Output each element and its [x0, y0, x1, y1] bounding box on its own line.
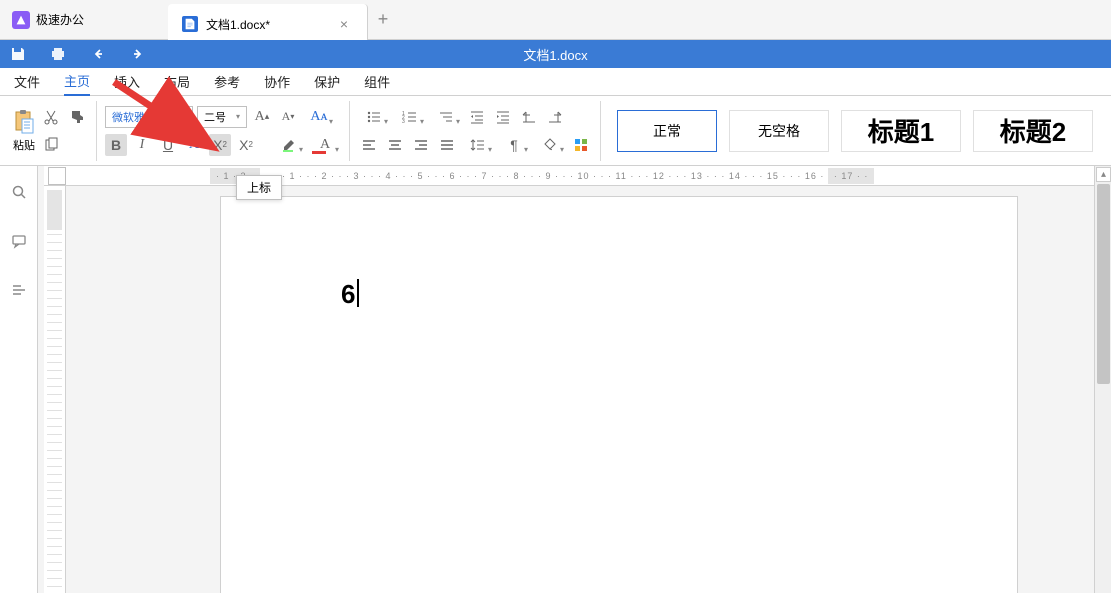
editor-viewport: · 1 · 2 · · · · 1 · · · 2 · · · 3 · · · …: [38, 166, 1111, 593]
window-title: 文档1.docx: [523, 45, 587, 64]
v-ruler[interactable]: [44, 186, 66, 593]
tab-protect[interactable]: 保护: [314, 68, 340, 95]
app-name-label: 极速办公: [36, 11, 84, 28]
outdent-button[interactable]: [466, 106, 488, 128]
shrink-font-button[interactable]: A▾: [277, 106, 299, 128]
style-heading1[interactable]: 标题1: [841, 110, 961, 152]
paragraph-mark-button[interactable]: ¶▾: [498, 134, 530, 156]
clipboard-group: 粘贴: [4, 101, 97, 161]
tab-home[interactable]: 主页: [64, 67, 90, 96]
ruler-scale: · 1 · 2 · · · · 1 · · · 2 · · · 3 · · · …: [70, 166, 1111, 185]
numbering-button[interactable]: 123▾: [394, 106, 426, 128]
indent-button[interactable]: [492, 106, 514, 128]
doc-body-text[interactable]: 6: [341, 279, 355, 310]
align-left-button[interactable]: [358, 134, 380, 156]
cut-button[interactable]: [40, 106, 62, 128]
highlight-button[interactable]: ▾: [273, 134, 305, 156]
paste-button[interactable]: 粘贴: [12, 109, 36, 153]
tab-document[interactable]: 文档1.docx* ×: [168, 4, 368, 44]
style-no-spacing[interactable]: 无空格: [729, 110, 829, 152]
tab-add[interactable]: +: [368, 0, 398, 39]
page-1[interactable]: 6: [220, 196, 1018, 593]
page-canvas[interactable]: 6: [72, 186, 1111, 593]
search-icon[interactable]: [11, 184, 27, 205]
underline-button[interactable]: U: [157, 134, 179, 156]
increase-indent2-button[interactable]: [518, 106, 540, 128]
change-case-button[interactable]: Aᴀ▾: [303, 106, 335, 128]
tab-selector[interactable]: [48, 167, 66, 185]
svg-text:3: 3: [402, 119, 405, 125]
font-group: 微软雅黑▾ 二号▾ A▴ A▾ Aᴀ▾ B I U A X2 X2 ▾ A▾: [97, 101, 350, 161]
ribbon: 粘贴 微软雅黑▾ 二号▾ A▴ A▾ Aᴀ▾: [0, 96, 1111, 166]
tab-layout[interactable]: 布局: [164, 68, 190, 95]
paragraph-group: ▾ 123▾ ▾ ▾ ¶▾ ▾: [350, 101, 601, 161]
undo-button[interactable]: [90, 46, 106, 62]
redo-button[interactable]: [130, 46, 146, 62]
scroll-up-icon[interactable]: ▴: [1096, 167, 1111, 182]
shading-button[interactable]: ▾: [534, 134, 566, 156]
tab-file[interactable]: 文件: [14, 68, 40, 95]
align-center-button[interactable]: [384, 134, 406, 156]
bullets-button[interactable]: ▾: [358, 106, 390, 128]
strikethrough-button[interactable]: A: [183, 134, 205, 156]
editor-area: · 1 · 2 · · · · 1 · · · 2 · · · 3 · · · …: [0, 166, 1111, 593]
comments-icon[interactable]: [11, 233, 27, 254]
quick-access-bar: 文档1.docx: [0, 40, 1111, 68]
bold-button[interactable]: B: [105, 134, 127, 156]
format-painter-button[interactable]: [66, 106, 88, 128]
styles-group: 正常 无空格 标题1 标题2: [617, 110, 1093, 152]
print-button[interactable]: [50, 46, 66, 62]
font-size-select[interactable]: 二号▾: [197, 106, 247, 128]
windows-logo-icon[interactable]: [570, 134, 592, 156]
grow-font-button[interactable]: A▴: [251, 106, 273, 128]
doc-file-icon: [182, 16, 198, 32]
line-spacing-button[interactable]: ▾: [462, 134, 494, 156]
headings-icon[interactable]: [11, 282, 27, 303]
italic-button[interactable]: I: [131, 134, 153, 156]
titlebar: 极速办公 文档1.docx* × +: [0, 0, 1111, 40]
align-justify-button[interactable]: [436, 134, 458, 156]
font-name-select[interactable]: 微软雅黑▾: [105, 106, 193, 128]
paste-label: 粘贴: [13, 137, 35, 153]
tab-references[interactable]: 参考: [214, 68, 240, 95]
h-ruler[interactable]: · 1 · 2 · · · · 1 · · · 2 · · · 3 · · · …: [44, 166, 1111, 186]
app-brand: 极速办公: [0, 0, 168, 39]
left-sidebar: [0, 166, 38, 593]
scroll-thumb[interactable]: [1097, 184, 1110, 384]
vertical-scrollbar[interactable]: ▴: [1094, 166, 1111, 593]
style-normal[interactable]: 正常: [617, 110, 717, 152]
tab-addins[interactable]: 组件: [364, 68, 390, 95]
subscript-button[interactable]: X2: [235, 134, 257, 156]
save-button[interactable]: [10, 46, 26, 62]
tab-title: 文档1.docx*: [206, 16, 270, 33]
tooltip-superscript: 上标: [236, 175, 282, 200]
font-color-button[interactable]: A▾: [309, 134, 341, 156]
text-cursor: [357, 279, 359, 307]
close-icon[interactable]: ×: [335, 15, 353, 33]
app-icon: [12, 11, 30, 29]
decrease-indent2-button[interactable]: [544, 106, 566, 128]
superscript-button[interactable]: X2: [209, 134, 231, 156]
copy-button[interactable]: [40, 134, 62, 156]
multilevel-button[interactable]: ▾: [430, 106, 462, 128]
align-right-button[interactable]: [410, 134, 432, 156]
tab-collab[interactable]: 协作: [264, 68, 290, 95]
tab-insert[interactable]: 插入: [114, 68, 140, 95]
style-heading2[interactable]: 标题2: [973, 110, 1093, 152]
menu-tabs: 文件 主页 插入 布局 参考 协作 保护 组件: [0, 68, 1111, 96]
